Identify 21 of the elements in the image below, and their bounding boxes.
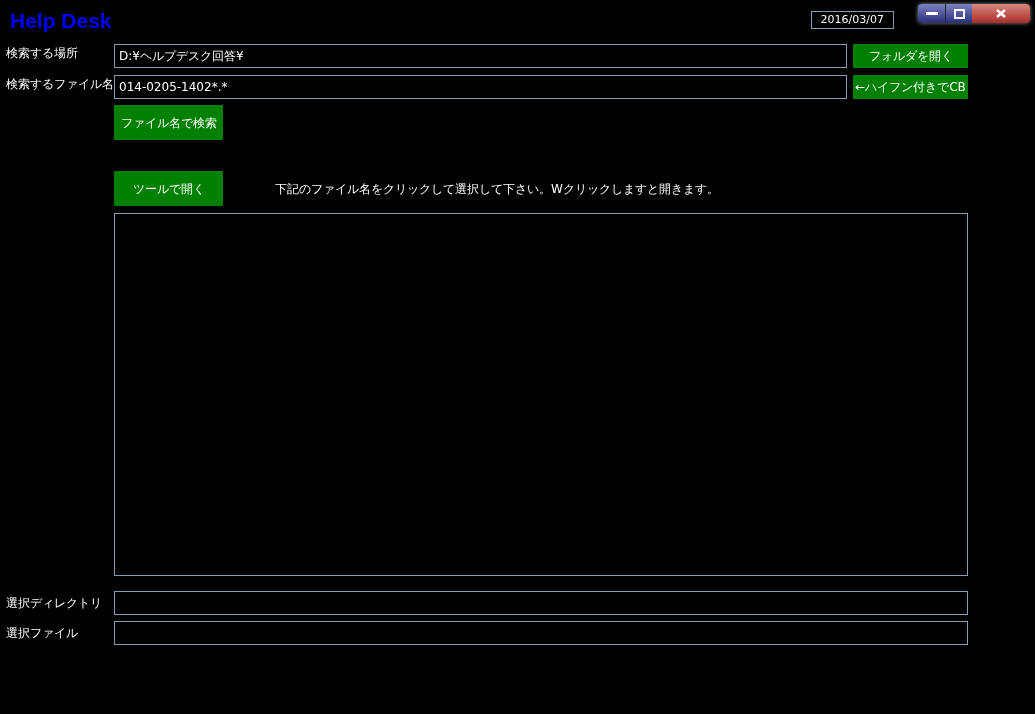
search-button[interactable]: ファイル名で検索 [114,105,223,140]
close-button[interactable] [972,4,1030,23]
input-field[interactable]: 014-0205-1402*.* [114,75,847,99]
input-field[interactable]: D:¥ヘルプデスク回答¥ [114,44,847,68]
field-label: 選択ファイル [6,625,79,642]
field-label: 検索する場所 [6,45,79,62]
action-button[interactable]: ←ハイフン付きでCB [853,75,968,99]
input-field[interactable] [114,591,968,615]
minimize-button[interactable] [918,4,945,23]
date-display: 2016/03/07 [810,11,894,29]
open-tool-button[interactable]: ツールで開く [114,171,223,206]
app-title: Help Desk [10,10,112,31]
instruction-text: 下記のファイル名をクリックして選択して下さい。Wクリックしますと開きます。 [275,180,719,198]
action-button[interactable]: フォルダを開く [853,44,968,68]
maximize-icon [953,8,965,19]
field-label: 選択ディレクトリ [6,595,103,612]
maximize-button[interactable] [945,4,972,23]
field-label: 検索するファイル名 [6,76,114,93]
minimize-icon [925,11,938,16]
input-field[interactable] [114,621,968,645]
close-icon [996,9,1006,18]
